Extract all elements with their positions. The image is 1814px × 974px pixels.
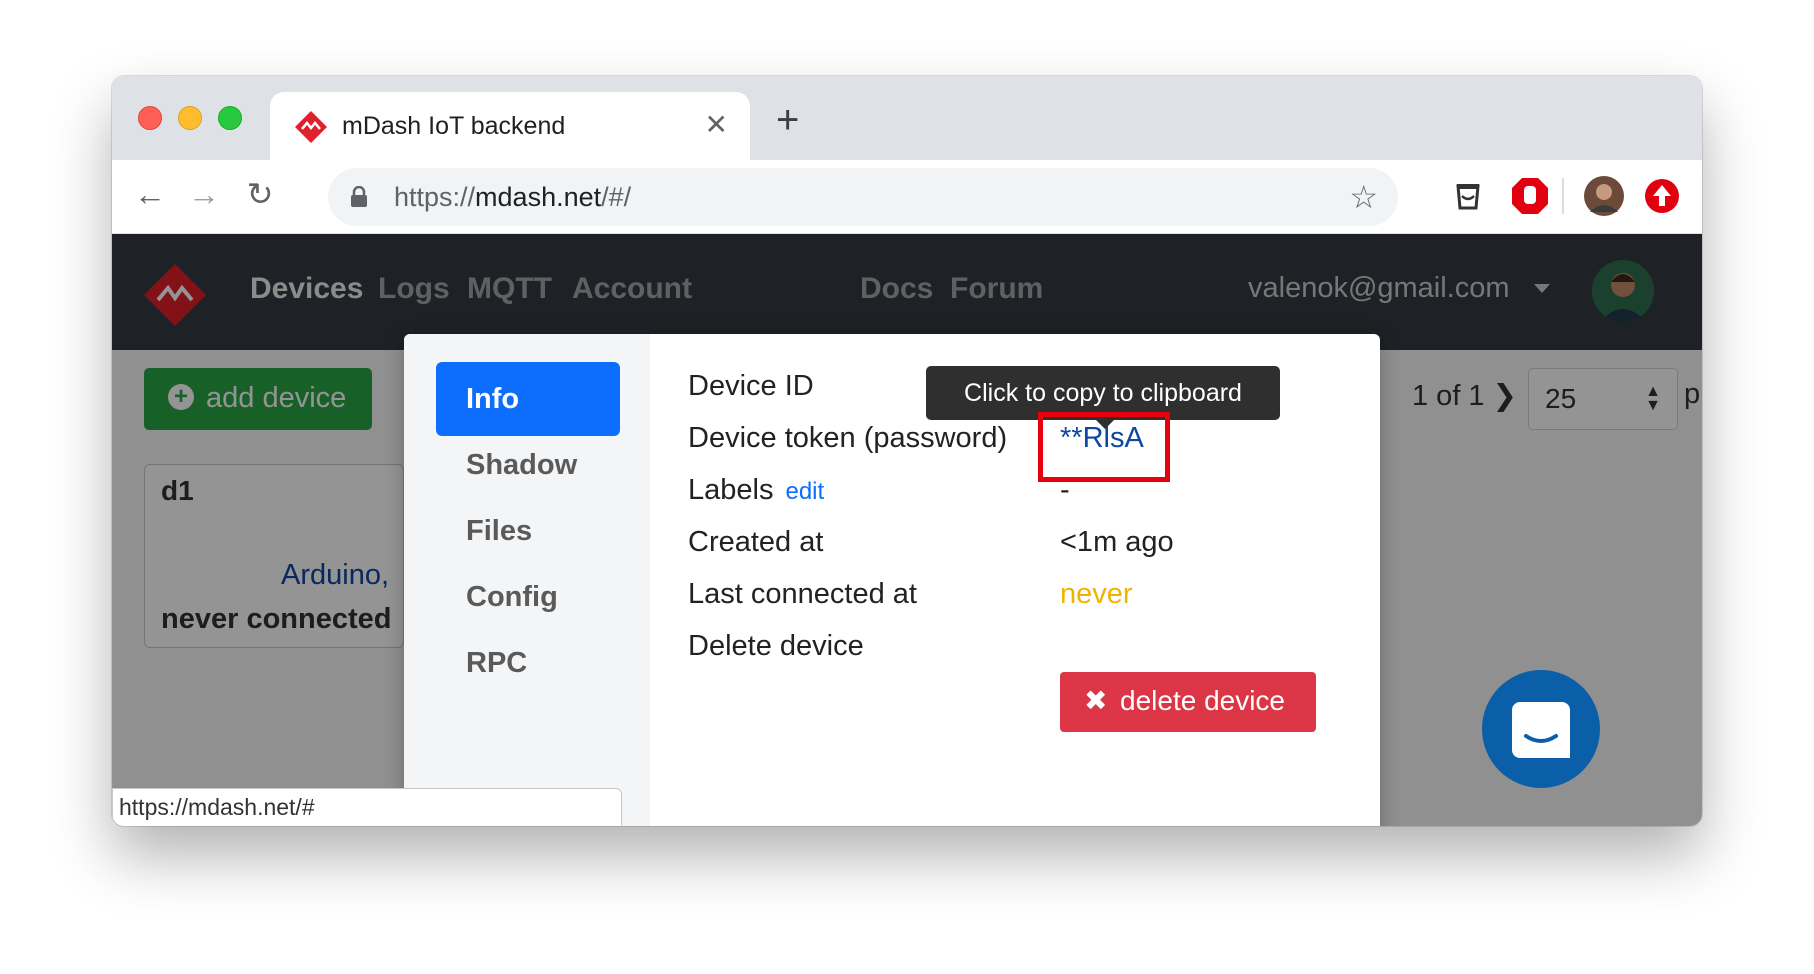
update-icon[interactable] <box>1642 176 1682 216</box>
adblock-icon[interactable] <box>1510 176 1550 216</box>
labels-label: Labels edit <box>688 474 825 506</box>
ghostery-icon[interactable] <box>1448 176 1488 216</box>
profile-avatar-icon[interactable] <box>1584 176 1624 216</box>
modal-sidebar: Info Shadow Files Config RPC <box>404 334 650 826</box>
maximize-window-button[interactable] <box>218 106 242 130</box>
tab-shadow[interactable]: Shadow <box>436 428 620 502</box>
back-button[interactable]: ← <box>130 174 170 214</box>
chat-launcher-button[interactable] <box>1482 670 1600 788</box>
mdash-favicon-icon <box>295 111 327 143</box>
close-x-icon: ✖ <box>1084 685 1108 716</box>
delete-device-label: Delete device <box>688 630 864 662</box>
created-at-value: <1m ago <box>1060 526 1174 558</box>
tab-rpc[interactable]: RPC <box>436 626 620 700</box>
bookmark-star-icon[interactable]: ☆ <box>1349 178 1378 216</box>
minimize-window-button[interactable] <box>178 106 202 130</box>
address-bar[interactable]: https://mdash.net/#/ ☆ <box>328 168 1398 226</box>
tab-files[interactable]: Files <box>436 494 620 568</box>
toolbar-divider <box>1562 178 1564 214</box>
status-bar-url: https://mdash.net/# <box>112 788 622 826</box>
labels-edit-link[interactable]: edit <box>785 478 824 505</box>
web-app: Devices Logs MQTT Account Docs Forum val… <box>112 234 1702 826</box>
tab-strip: mDash IoT backend ✕ + <box>112 76 1702 160</box>
chat-icon <box>1512 702 1570 758</box>
tab-title: mDash IoT backend <box>342 112 566 140</box>
device-modal: Info Shadow Files Config RPC Device ID D… <box>404 334 1380 826</box>
delete-device-button[interactable]: ✖ delete device <box>1060 672 1316 732</box>
created-at-label: Created at <box>688 526 824 558</box>
token-highlight-box <box>1038 412 1170 482</box>
device-token-label: Device token (password) <box>688 422 1008 454</box>
url-text: https://mdash.net/#/ <box>394 182 632 212</box>
browser-toolbar: ← → ↻ https://mdash.net/#/ ☆ <box>112 160 1702 234</box>
tab-info[interactable]: Info <box>436 362 620 436</box>
last-connected-value: never <box>1060 578 1133 610</box>
last-connected-label: Last connected at <box>688 578 917 610</box>
new-tab-button[interactable]: + <box>776 98 799 143</box>
forward-button[interactable]: → <box>184 174 224 214</box>
reload-button[interactable]: ↻ <box>240 174 280 214</box>
browser-tab[interactable]: mDash IoT backend ✕ <box>270 92 750 160</box>
tab-close-icon[interactable]: ✕ <box>705 108 728 141</box>
close-window-button[interactable] <box>138 106 162 130</box>
browser-window: mDash IoT backend ✕ + ← → ↻ https://mdas… <box>112 76 1702 826</box>
device-id-label: Device ID <box>688 370 814 402</box>
tab-config[interactable]: Config <box>436 560 620 634</box>
lock-icon <box>351 186 367 207</box>
